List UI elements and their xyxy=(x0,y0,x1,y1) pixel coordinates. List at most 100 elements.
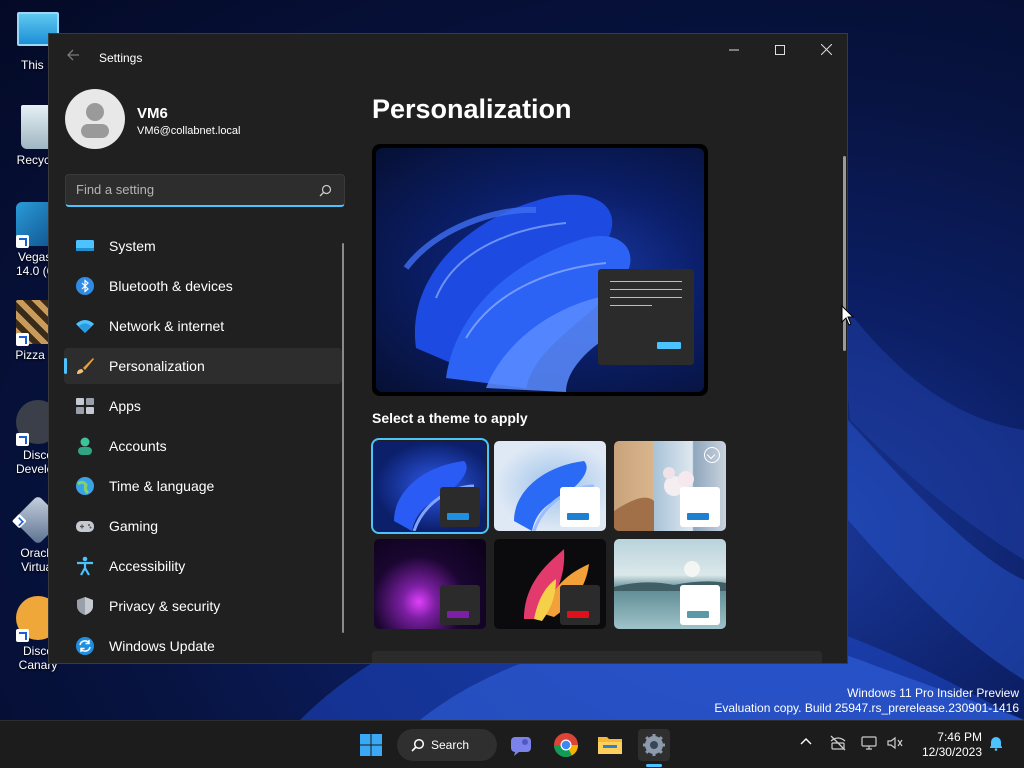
theme-sample-window xyxy=(560,487,600,527)
theme-sample-window xyxy=(680,487,720,527)
nav-item-time-language[interactable]: Time & language xyxy=(64,468,342,504)
gear-icon xyxy=(643,734,665,756)
apps-icon xyxy=(75,396,95,416)
nav-label: Apps xyxy=(109,398,141,414)
title-bar[interactable]: Settings xyxy=(49,34,847,82)
theme-sample-window xyxy=(560,585,600,625)
windows-logo-icon xyxy=(360,734,382,756)
wifi-icon xyxy=(75,316,95,336)
search-input[interactable] xyxy=(76,182,306,197)
theme-sample-window xyxy=(440,585,480,625)
mouse-cursor-icon xyxy=(841,305,855,326)
minimize-button[interactable] xyxy=(711,34,757,66)
taskbar-settings-button[interactable] xyxy=(638,729,670,761)
volume-muted-icon[interactable] xyxy=(886,735,904,751)
globe-icon xyxy=(75,476,95,496)
search-icon[interactable] xyxy=(319,184,332,197)
search-icon xyxy=(411,738,425,752)
start-button[interactable] xyxy=(355,729,387,761)
taskbar-chat-button[interactable] xyxy=(505,729,537,761)
nav-label: Bluetooth & devices xyxy=(109,278,233,294)
close-button[interactable] xyxy=(803,34,847,66)
taskbar-chrome-button[interactable] xyxy=(550,729,582,761)
nav-label: Privacy & security xyxy=(109,598,221,614)
taskbar: Search 7:46 PM 12/30/2023 xyxy=(0,720,1024,768)
nav-label: Network & internet xyxy=(109,318,225,334)
maximize-button[interactable] xyxy=(757,34,803,66)
nav-label: System xyxy=(109,238,156,254)
close-icon xyxy=(820,43,832,56)
nav-label: Gaming xyxy=(109,518,159,534)
update-icon xyxy=(75,636,95,656)
nav-scrollbar[interactable] xyxy=(342,243,344,633)
shortcut-arrow-icon xyxy=(16,235,29,248)
preview-window-sample xyxy=(598,269,694,365)
theme-captured-motion[interactable] xyxy=(494,539,606,629)
page-title: Personalization xyxy=(372,94,572,124)
preview-sample-button xyxy=(657,342,681,349)
theme-flowers-spotlight[interactable] xyxy=(614,441,726,531)
accessibility-icon xyxy=(75,556,95,576)
theme-sunrise[interactable] xyxy=(614,539,726,629)
chrome-icon xyxy=(553,733,578,758)
shield-icon xyxy=(75,596,95,616)
nav-label: Accessibility xyxy=(109,558,186,574)
person-silhouette-icon xyxy=(81,103,109,138)
nav-item-bluetooth[interactable]: Bluetooth & devices xyxy=(64,268,342,304)
taskbar-clock[interactable]: 7:46 PM 12/30/2023 xyxy=(912,730,982,760)
watermark-line1: Windows 11 Pro Insider Preview xyxy=(847,686,1019,700)
chevron-up-icon[interactable] xyxy=(799,735,813,749)
theme-windows-light[interactable] xyxy=(494,441,606,531)
taskbar-search-label: Search xyxy=(431,738,470,752)
monitor-network-icon[interactable] xyxy=(861,735,879,751)
preview-wallpaper xyxy=(376,148,704,392)
evaluation-watermark: Windows 11 Pro Insider Preview Evaluatio… xyxy=(714,686,1019,716)
watermark-line2: Evaluation copy. Build 25947.rs_prerelea… xyxy=(714,701,1019,715)
nav-item-gaming[interactable]: Gaming xyxy=(64,508,342,544)
user-email: VM6@collabnet.local xyxy=(137,125,241,137)
avatar[interactable] xyxy=(65,89,125,149)
theme-sample-window xyxy=(680,585,720,625)
chat-icon xyxy=(511,737,531,756)
nav-item-network[interactable]: Network & internet xyxy=(64,308,342,344)
nav-item-accessibility[interactable]: Accessibility xyxy=(64,548,342,584)
brush-icon xyxy=(75,356,95,376)
spotlight-badge-icon xyxy=(704,447,720,463)
clock-time: 7:46 PM xyxy=(937,730,982,744)
theme-preview xyxy=(372,144,708,396)
next-settings-card[interactable] xyxy=(372,651,822,663)
maximize-icon xyxy=(775,45,785,55)
settings-nav: System Bluetooth & devices Network & int… xyxy=(64,228,342,663)
nav-item-system[interactable]: System xyxy=(64,228,342,264)
find-setting-search[interactable] xyxy=(65,174,345,207)
minimize-icon xyxy=(729,49,739,51)
network-disconnected-icon[interactable] xyxy=(829,735,847,751)
theme-glow[interactable] xyxy=(374,539,486,629)
shortcut-arrow-icon xyxy=(16,629,29,642)
taskbar-file-explorer-button[interactable] xyxy=(594,729,626,761)
nav-item-privacy[interactable]: Privacy & security xyxy=(64,588,342,624)
nav-item-apps[interactable]: Apps xyxy=(64,388,342,424)
bluetooth-icon xyxy=(75,276,95,296)
taskbar-search-button[interactable]: Search xyxy=(397,729,497,761)
nav-label: Time & language xyxy=(109,478,215,494)
folder-icon xyxy=(598,737,622,754)
settings-window: Settings VM6 VM6@collabnet.local System … xyxy=(48,33,848,664)
nav-label: Personalization xyxy=(109,358,205,374)
nav-item-accounts[interactable]: Accounts xyxy=(64,428,342,464)
shortcut-arrow-icon xyxy=(16,433,29,446)
theme-grid xyxy=(371,438,732,635)
nav-item-windows-update[interactable]: Windows Update xyxy=(64,628,342,663)
theme-windows-dark[interactable] xyxy=(371,438,489,534)
nav-label: Windows Update xyxy=(109,638,215,654)
back-button[interactable] xyxy=(63,48,83,68)
themes-section-label: Select a theme to apply xyxy=(372,410,528,426)
nav-label: Accounts xyxy=(109,438,167,454)
window-title: Settings xyxy=(99,51,143,65)
arrow-left-icon xyxy=(67,49,79,61)
user-name: VM6 xyxy=(137,105,168,122)
controller-icon xyxy=(75,516,95,536)
active-app-indicator xyxy=(646,764,662,767)
notification-bell-icon[interactable] xyxy=(988,735,1004,751)
nav-item-personalization[interactable]: Personalization xyxy=(64,348,342,384)
